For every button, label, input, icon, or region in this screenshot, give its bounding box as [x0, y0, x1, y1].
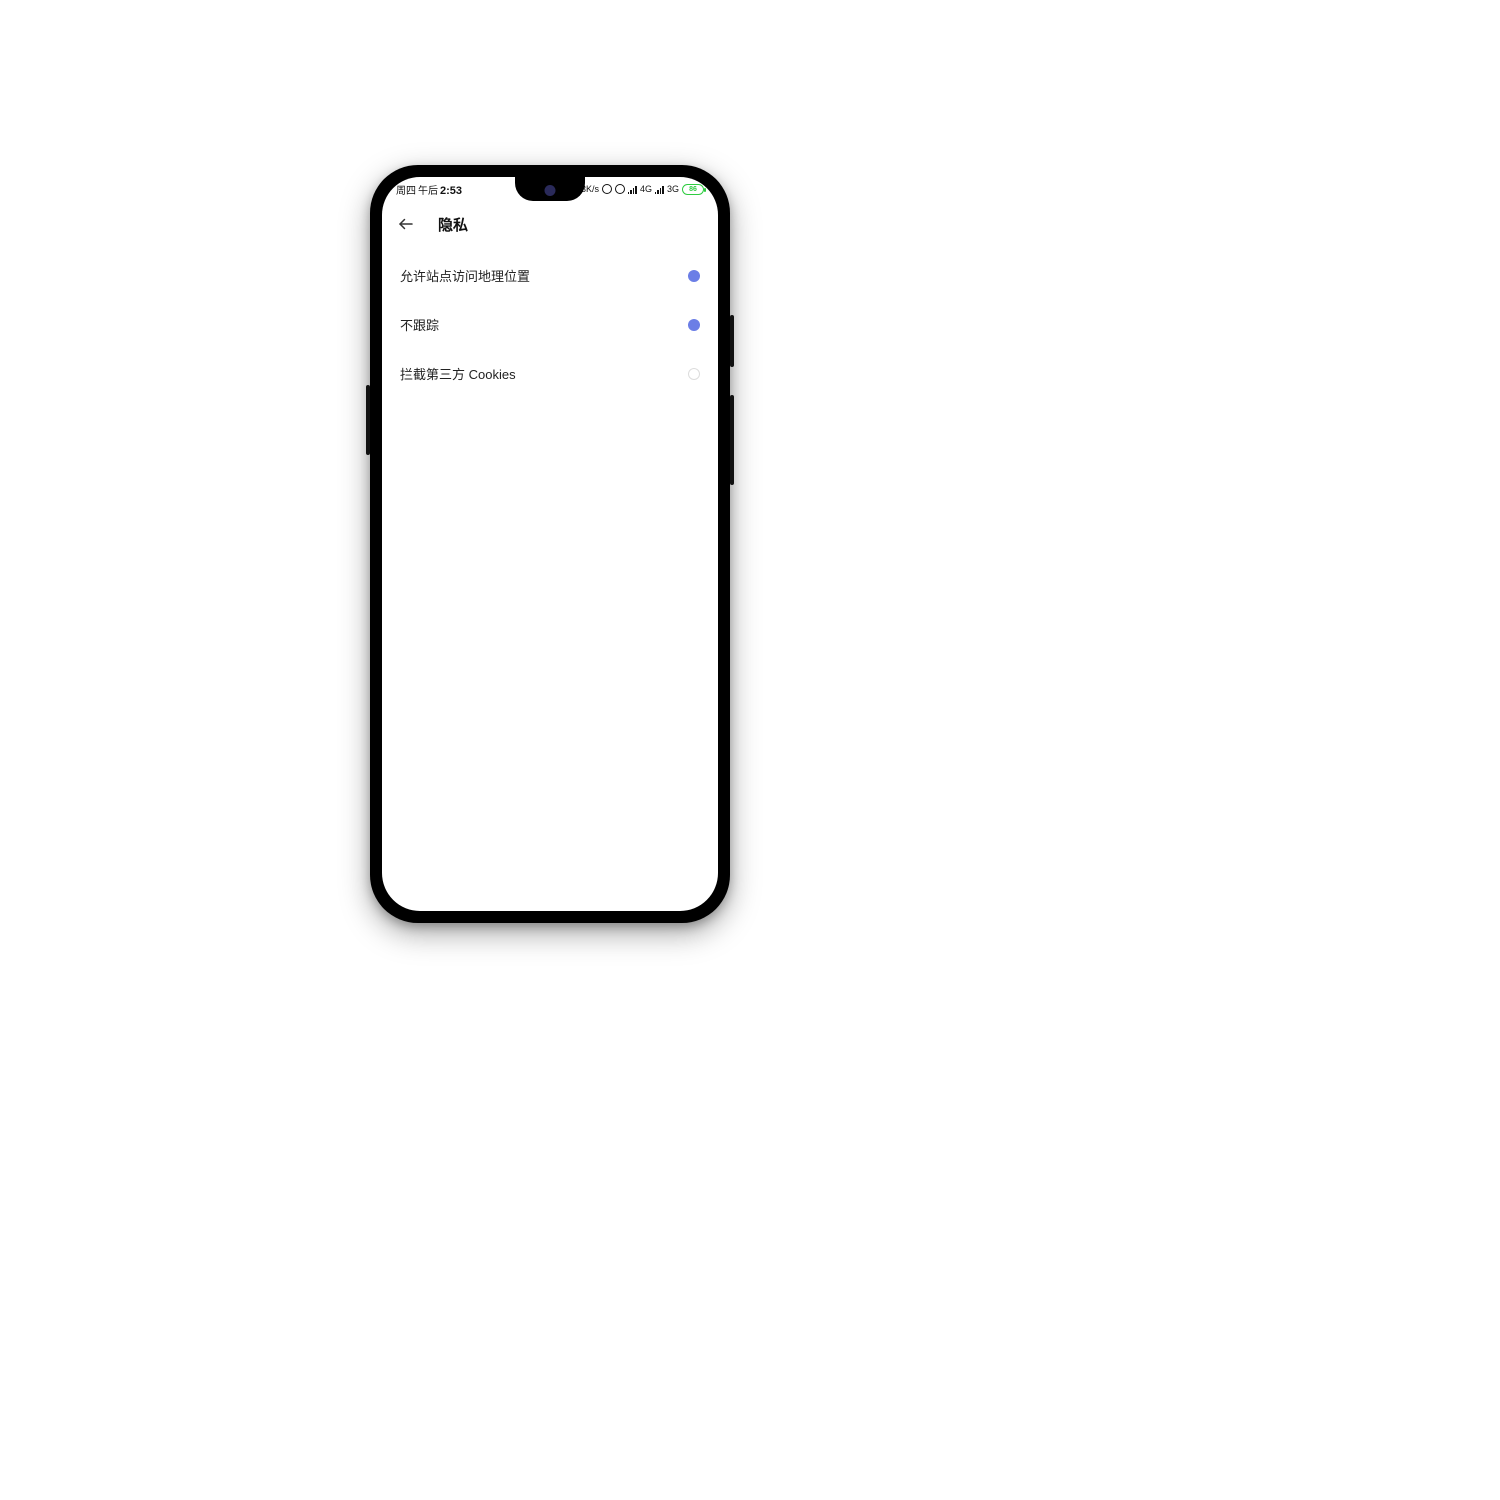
- camera-dot: [545, 185, 556, 196]
- phone-frame: 周四 午后 2:53 4.3K/s 4G 3G 86: [370, 165, 730, 923]
- back-button[interactable]: [396, 214, 416, 234]
- header: 隐私: [382, 201, 718, 247]
- toggle-do-not-track[interactable]: [688, 319, 700, 331]
- status-time: 2:53: [440, 185, 462, 197]
- setting-label: 允许站点访问地理位置: [400, 266, 530, 285]
- alarm-icon: [615, 184, 625, 194]
- toggle-allow-location[interactable]: [688, 270, 700, 282]
- setting-label: 拦截第三方 Cookies: [400, 364, 516, 383]
- setting-do-not-track[interactable]: 不跟踪: [382, 300, 718, 349]
- signal-bars-icon: [655, 185, 664, 194]
- signal-bars-icon: [628, 185, 637, 194]
- battery-icon: 86: [682, 184, 704, 195]
- status-period: 午后: [418, 182, 438, 197]
- battery-level: 86: [689, 186, 697, 193]
- power-button: [730, 315, 734, 367]
- screen: 周四 午后 2:53 4.3K/s 4G 3G 86: [382, 177, 718, 911]
- status-day: 周四: [396, 182, 416, 197]
- setting-label: 不跟踪: [400, 315, 439, 334]
- left-side-button: [366, 385, 370, 455]
- status-right: 4.3K/s 4G 3G 86: [573, 184, 704, 195]
- setting-allow-location[interactable]: 允许站点访问地理位置: [382, 251, 718, 300]
- notch: [515, 177, 585, 201]
- signal1-label: 4G: [640, 184, 652, 194]
- setting-block-cookies[interactable]: 拦截第三方 Cookies: [382, 349, 718, 398]
- settings-list: 允许站点访问地理位置 不跟踪 拦截第三方 Cookies: [382, 247, 718, 402]
- signal2-label: 3G: [667, 184, 679, 194]
- page-title: 隐私: [438, 214, 468, 235]
- arrow-left-icon: [397, 215, 415, 233]
- toggle-block-cookies[interactable]: [688, 368, 700, 380]
- volume-button: [730, 395, 734, 485]
- status-left: 周四 午后 2:53: [396, 182, 462, 197]
- compass-icon: [602, 184, 612, 194]
